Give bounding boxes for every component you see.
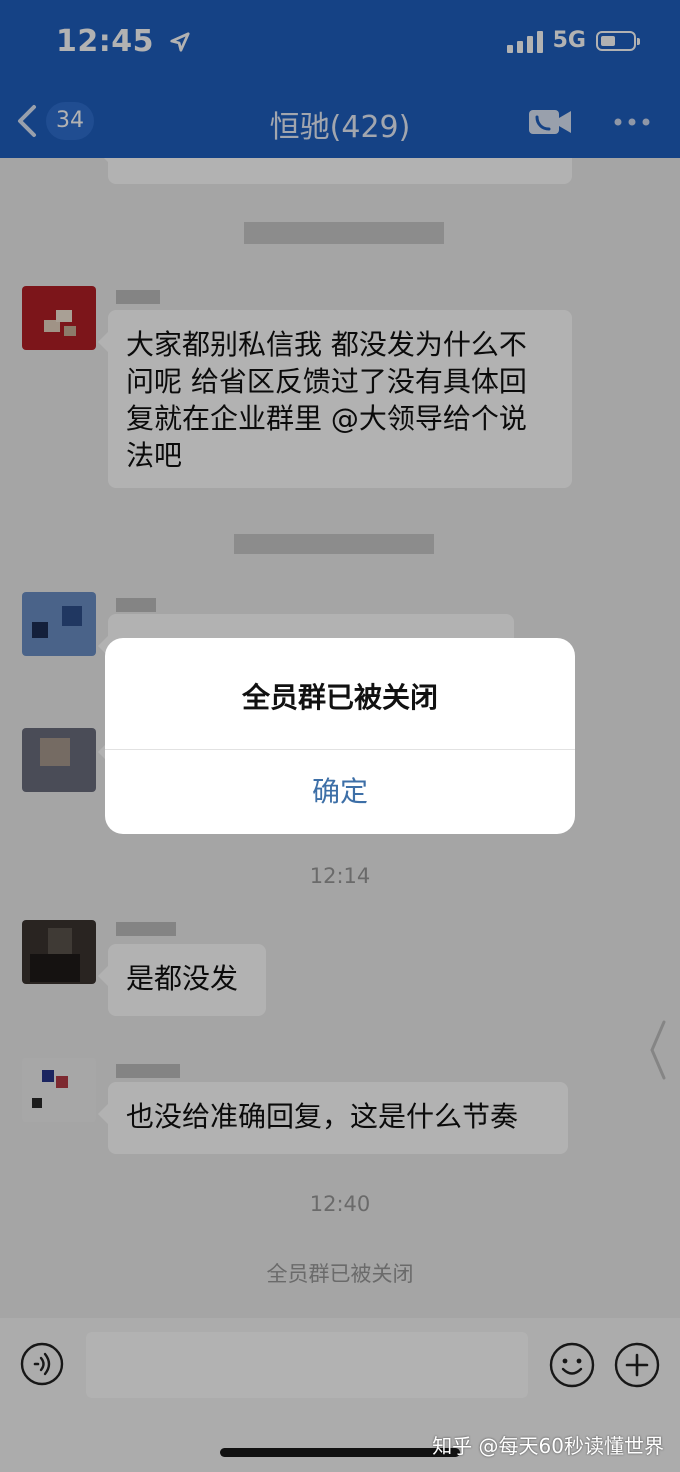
watermark: 知乎 @每天60秒读懂世界: [432, 1434, 664, 1458]
home-indicator[interactable]: [220, 1448, 460, 1457]
confirm-button[interactable]: 确定: [105, 750, 575, 834]
alert-dialog: 全员群已被关闭 确定: [105, 638, 575, 834]
dialog-title: 全员群已被关闭: [241, 681, 438, 714]
